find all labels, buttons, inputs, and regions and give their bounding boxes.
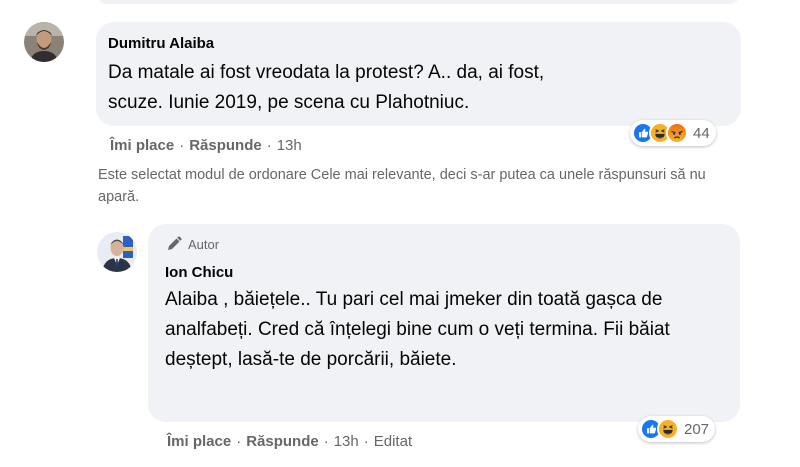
reply-button[interactable]: Răspunde [189,137,262,154]
comment-author-name[interactable]: Dumitru Alaiba [108,35,214,52]
like-button[interactable]: Îmi place [110,137,174,154]
profile-photo-icon [24,22,64,62]
reaction-summary[interactable]: 207 [638,416,716,442]
author-badge-label: Autor [188,236,220,252]
comment-bubble-dumitru-alaiba: Dumitru Alaiba Da matale ai fost vreodat… [96,22,741,126]
reaction-count: 207 [684,420,710,438]
comment-timestamp[interactable]: 13h [334,433,359,450]
comment-text: Alaiba , băiețele.. Tu pari cel mai jmek… [165,289,670,370]
previous-comment-bubble-edge [96,0,741,4]
reply-button[interactable]: Răspunde [246,433,319,450]
comment-actions: Îmi place · Răspunde · 13h [110,137,302,154]
comment-timestamp[interactable]: 13h [277,137,302,154]
reaction-count: 44 [693,124,710,142]
angry-icon [666,122,688,144]
edited-label[interactable]: Editat [374,433,412,450]
comment-actions: Îmi place · Răspunde · 13h · Editat [167,433,412,450]
separator-dot: · [179,137,185,154]
comment-author-name[interactable]: Ion Chicu [165,264,233,281]
author-badge: Autor [165,235,219,253]
sort-order-notice: Este selectat modul de ordonare Cele mai… [98,167,706,205]
profile-photo-icon [97,232,137,272]
reaction-summary[interactable]: 44 [630,120,716,146]
avatar-dumitru-alaiba[interactable] [24,22,64,62]
separator-dot: · [323,433,329,450]
pencil-icon [168,236,182,250]
like-button[interactable]: Îmi place [167,433,231,450]
haha-icon [657,418,679,440]
avatar-ion-chicu[interactable] [97,232,137,272]
separator-dot: · [266,137,272,154]
comment-bubble-ion-chicu: Autor Ion Chicu Alaiba , băiețele.. Tu p… [148,224,740,422]
separator-dot: · [363,433,369,450]
comment-text: Da matale ai fost vreodata la protest? A… [108,62,545,113]
separator-dot: · [236,433,242,450]
